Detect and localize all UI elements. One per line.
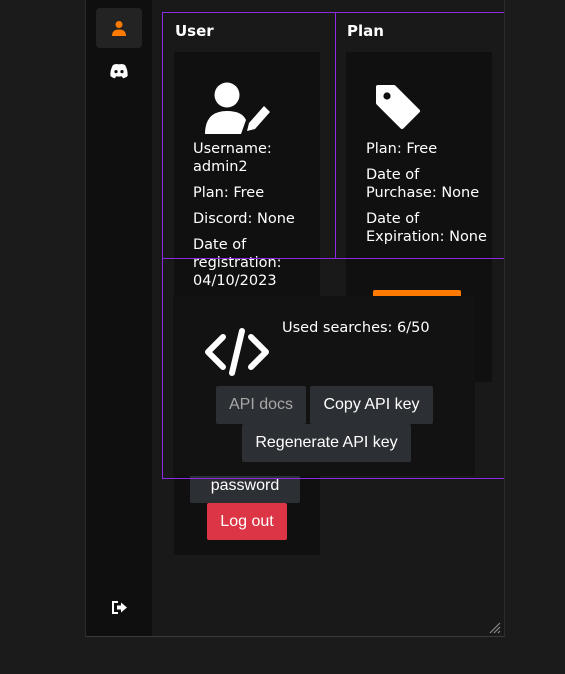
used-searches-text: Used searches: 6/50 <box>282 320 430 336</box>
discord-icon <box>110 64 128 79</box>
tag-icon <box>376 85 420 129</box>
logout-icon <box>111 600 127 614</box>
discord-text: Discord: None <box>193 211 295 227</box>
plan-text: Plan: Free <box>366 141 438 157</box>
purchase-date-text: Date of Purchase: None <box>366 167 480 201</box>
code-icon <box>205 328 269 376</box>
plan-section-title: Plan <box>347 22 384 40</box>
user-plan-text: Plan: Free <box>193 185 265 201</box>
sidebar-item-discord[interactable] <box>96 51 142 91</box>
registration-date-text: Date of registration: 04/10/2023 <box>193 237 282 289</box>
user-info: Username: admin2 Plan: Free Discord: Non… <box>193 140 318 298</box>
username-text: Username: admin2 <box>193 141 272 175</box>
copy-api-key-button[interactable]: Copy API key <box>310 386 433 424</box>
sidebar <box>86 0 152 636</box>
user-icon <box>112 21 126 36</box>
api-panel: Used searches: 6/50 API docs Copy API ke… <box>173 296 475 476</box>
logout-nav-button[interactable] <box>96 587 142 627</box>
expiration-date-text: Date of Expiration: None <box>366 211 487 245</box>
user-section-title: User <box>175 22 214 40</box>
regenerate-api-key-button[interactable]: Regenerate API key <box>242 424 411 462</box>
logout-button[interactable]: Log out <box>207 503 287 540</box>
api-docs-button[interactable]: API docs <box>216 386 306 424</box>
resize-grip-icon[interactable] <box>489 622 501 634</box>
plan-info: Plan: Free Date of Purchase: None Date o… <box>366 140 491 254</box>
user-edit-icon <box>205 82 270 134</box>
sidebar-item-profile[interactable] <box>96 8 142 48</box>
